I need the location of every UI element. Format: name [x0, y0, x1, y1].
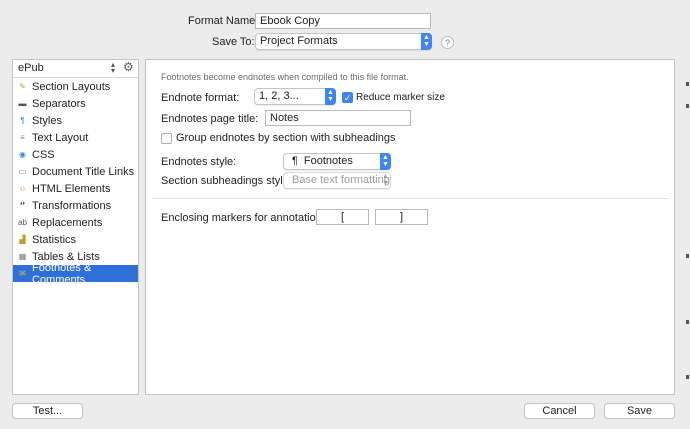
subheading-style-popup[interactable]: Base text formatting ▲ ▼: [283, 172, 391, 189]
endnotes-style-value: Footnotes: [303, 155, 353, 167]
sidebar-item-label: Footnotes & Comments: [32, 261, 92, 286]
background-window-edge: [686, 104, 689, 108]
settings-panel: Footnotes become endnotes when compiled …: [145, 59, 675, 395]
sidebar-item[interactable]: ◉ CSS: [13, 146, 138, 163]
save-button[interactable]: Save: [604, 403, 675, 419]
sidebar-item-label: Replacements: [32, 216, 103, 229]
background-window-edge: [686, 254, 689, 258]
sidebar-item[interactable]: ▟ Statistics: [13, 231, 138, 248]
subheading-style-value: Base text formatting: [292, 174, 390, 186]
sidebar-item-label: Text Layout: [32, 131, 89, 144]
text-layout-icon: ≡: [20, 133, 25, 142]
background-window-edge: [686, 320, 689, 324]
separator-icon: ▬: [18, 99, 27, 108]
background-window-edge: [686, 375, 689, 379]
gear-icon[interactable]: ⚙: [123, 60, 134, 74]
help-button[interactable]: ?: [441, 36, 454, 49]
sidebar-item[interactable]: ab Replacements: [13, 214, 138, 231]
format-type-selector[interactable]: ePub ▴ ▾ ⚙: [13, 60, 138, 78]
popup-arrows-icon: ▲ ▼: [421, 33, 432, 50]
sidebar-item-label: HTML Elements: [32, 182, 111, 195]
endnote-format-value: 1, 2, 3...: [259, 90, 299, 102]
page-title-label: Endnotes page title:: [161, 113, 259, 125]
sidebar-item-label: CSS: [32, 148, 55, 161]
sidebar-item[interactable]: ❛❜ Transformations: [13, 197, 138, 214]
sidebar-item-label: Section Layouts: [32, 80, 111, 93]
background-window-edge: [686, 82, 689, 86]
enclosing-markers-label: Enclosing markers for annotations:: [161, 212, 331, 224]
save-to-label: Save To:: [212, 36, 255, 48]
endnote-format-label: Endnote format:: [161, 92, 240, 104]
test-button[interactable]: Test...: [12, 403, 83, 419]
paragraph-icon: ¶: [292, 155, 298, 167]
styles-icon: ¶: [20, 116, 25, 125]
enclosing-close-field[interactable]: ]: [375, 209, 428, 225]
html-icon: ‹›: [19, 184, 26, 193]
reduce-marker-label: Reduce marker size: [356, 92, 445, 103]
replacements-icon: ab: [18, 218, 27, 227]
group-endnotes-label: Group endnotes by section with subheadin…: [176, 132, 396, 144]
sidebar-item-label: Separators: [32, 97, 86, 110]
sidebar-item[interactable]: ≡ Text Layout: [13, 129, 138, 146]
subheading-style-label: Section subheadings style:: [161, 175, 292, 187]
enclosing-open-field[interactable]: [: [316, 209, 369, 225]
format-name-field[interactable]: Ebook Copy: [255, 13, 431, 29]
page-title-field[interactable]: Notes: [265, 110, 411, 126]
sidebar-item-label: Statistics: [32, 233, 77, 246]
cancel-button[interactable]: Cancel: [524, 403, 595, 419]
chevron-updown-icon: ▴ ▾: [111, 60, 116, 75]
endnote-format-popup[interactable]: 1, 2, 3... ▲ ▼: [254, 88, 336, 105]
document-icon: ▭: [18, 167, 27, 176]
sidebar-item[interactable]: ✉ Footnotes & Comments: [13, 262, 138, 286]
endnotes-style-popup[interactable]: ¶ Footnotes ▲ ▼: [283, 153, 391, 170]
group-endnotes-checkbox[interactable]: [161, 133, 172, 144]
sidebar-item-label: Document Title Links: [32, 165, 135, 178]
footnote-comment-icon: ✉: [19, 269, 26, 278]
sidebar: ePub ▴ ▾ ⚙ ✎ Section Layouts ▬ Separators ¶ St…: [12, 59, 139, 395]
css-icon: ◉: [19, 150, 26, 159]
brush-icon: ✎: [19, 82, 26, 91]
sidebar-item-label: Transformations: [32, 199, 112, 212]
statistics-icon: ▟: [19, 235, 26, 244]
sidebar-item-label: Styles: [32, 114, 62, 127]
panel-description: Footnotes become endnotes when compiled …: [161, 72, 409, 82]
sidebar-item[interactable]: ¶ Styles: [13, 112, 138, 129]
sidebar-item[interactable]: ▭ Document Title Links: [13, 163, 138, 180]
save-to-popup[interactable]: Project Formats ▲ ▼: [255, 33, 432, 50]
sidebar-item[interactable]: ✎ Section Layouts: [13, 78, 138, 95]
table-icon: ▦: [18, 252, 27, 261]
popup-arrows-icon: ▲ ▼: [325, 88, 336, 105]
endnotes-style-label: Endnotes style:: [161, 156, 237, 168]
quotes-icon: ❛❜: [19, 201, 26, 210]
divider: [152, 198, 668, 199]
save-to-value: Project Formats: [260, 35, 338, 47]
popup-arrows-icon: ▲ ▼: [382, 173, 389, 187]
reduce-marker-checkbox[interactable]: ✓: [342, 92, 353, 103]
sidebar-item[interactable]: ▬ Separators: [13, 95, 138, 112]
popup-arrows-icon: ▲ ▼: [380, 153, 391, 170]
sidebar-item[interactable]: ‹› HTML Elements: [13, 180, 138, 197]
format-type-label: ePub: [18, 62, 44, 74]
format-name-label: Format Name:: [188, 15, 259, 27]
